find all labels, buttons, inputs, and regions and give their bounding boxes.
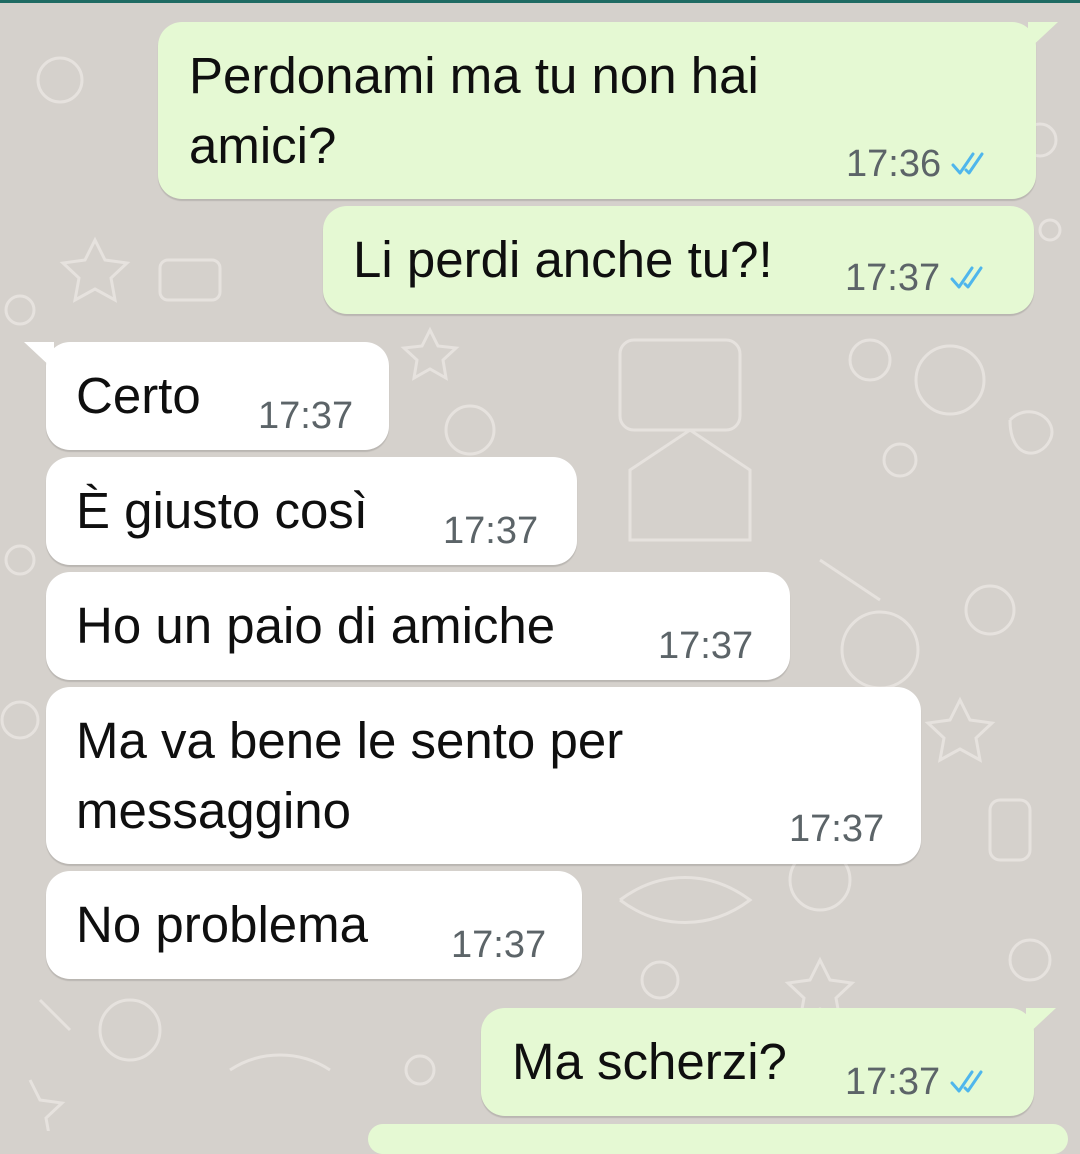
message-text: amici? — [189, 117, 337, 174]
message-meta: 17:37 — [789, 807, 884, 851]
message-time: 17:36 — [846, 143, 942, 185]
message-meta: 17:37 — [258, 394, 353, 438]
message-time: 17:37 — [451, 924, 547, 966]
message-meta: 17:36 — [846, 142, 991, 186]
double-check-icon — [951, 152, 984, 175]
bubble-tail — [1026, 1008, 1056, 1036]
message-bubble-incoming[interactable]: No problema 17:37 — [46, 871, 582, 979]
message-time: 17:37 — [845, 1061, 941, 1103]
message-bubble-incoming[interactable]: È giusto così 17:37 — [46, 457, 577, 565]
message-time: 17:37 — [658, 625, 754, 667]
message-text: È giusto così — [76, 482, 368, 539]
message-text: Ma scherzi? — [512, 1033, 787, 1090]
message-meta: 17:37 — [451, 923, 546, 967]
bubble-tail — [24, 342, 54, 370]
message-bubble-outgoing[interactable]: Perdonami ma tu non hai amici? 17:36 — [158, 22, 1058, 199]
message-text: Ho un paio di amiche — [76, 597, 556, 654]
message-bubble-incoming[interactable]: Ma va bene le sento per messaggino 17:37 — [46, 687, 921, 864]
message-text: messaggino — [76, 782, 351, 839]
message-bubble-incoming[interactable]: Certo 17:37 — [24, 342, 389, 450]
message-bubble-incoming[interactable]: Ho un paio di amiche 17:37 — [46, 572, 790, 680]
message-text: No problema — [76, 896, 368, 953]
message-time: 17:37 — [845, 257, 941, 299]
bubble-tail — [1028, 22, 1058, 50]
message-time: 17:37 — [258, 395, 354, 437]
double-check-icon — [950, 1070, 983, 1093]
message-text: Ma va bene le sento per — [76, 712, 624, 769]
message-meta: 17:37 — [845, 256, 990, 300]
message-time: 17:37 — [789, 808, 885, 850]
message-bubble-outgoing-partial[interactable] — [368, 1124, 1068, 1154]
double-check-icon — [950, 266, 983, 289]
message-meta: 17:37 — [658, 624, 753, 668]
message-time: 17:37 — [443, 510, 539, 552]
message-text: Perdonami ma tu non hai — [189, 47, 759, 104]
header-edge — [0, 0, 1080, 3]
message-bubble-outgoing[interactable]: Li perdi anche tu?! 17:37 — [323, 206, 1034, 314]
message-text: Certo — [76, 367, 201, 424]
message-bubble-outgoing[interactable]: Ma scherzi? 17:37 — [481, 1008, 1056, 1116]
message-text: Li perdi anche tu?! — [353, 231, 773, 288]
message-meta: 17:37 — [845, 1060, 990, 1104]
message-meta: 17:37 — [443, 509, 538, 553]
